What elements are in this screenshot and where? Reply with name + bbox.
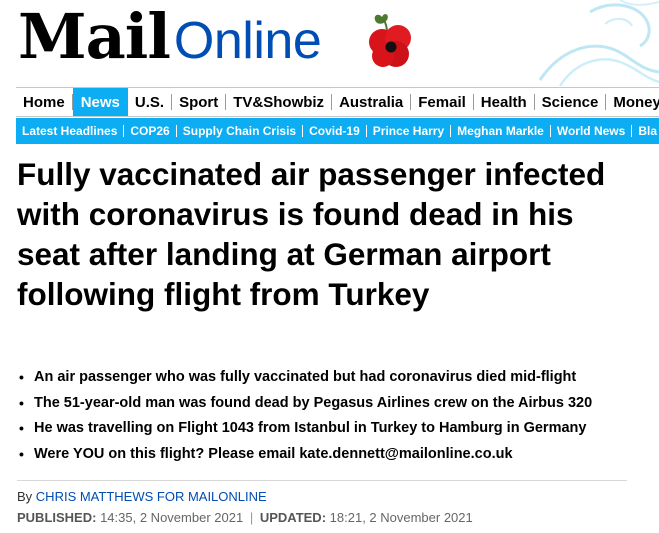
poppy-icon xyxy=(369,14,411,67)
subnav-item-world-news[interactable]: World News xyxy=(551,125,633,137)
published-date: 14:35, 2 November 2021 xyxy=(100,510,244,525)
byline-prefix: By xyxy=(17,489,33,504)
summary-bullet-text: An air passenger who was fully vaccinate… xyxy=(34,369,577,385)
summary-bullet: • Were YOU on this flight? Please email k… xyxy=(17,442,659,468)
summary-bullet-text: The 51-year-old man was found dead by Pe… xyxy=(34,394,593,411)
article-summary-list: • An air passenger who was fully vaccinat… xyxy=(17,365,659,467)
summary-bullet-text: Were YOU on this flight? Please email ka… xyxy=(34,445,513,462)
nav-item-sport[interactable]: Sport xyxy=(172,94,227,111)
logo-online-text: Online xyxy=(173,12,322,70)
bullet-dot: • xyxy=(19,369,24,385)
date-separator: | xyxy=(249,510,254,525)
nav-item-money[interactable]: Money xyxy=(606,94,659,111)
bullet-dot: • xyxy=(19,445,24,462)
subnav-item-truncated[interactable]: Bla xyxy=(632,125,659,137)
nav-item-us[interactable]: U.S. xyxy=(128,94,173,111)
updated-date: 18:21, 2 November 2021 xyxy=(329,510,473,525)
mailonline-logo[interactable]: Mail Online xyxy=(18,0,322,73)
subnav-item-cop26[interactable]: COP26 xyxy=(124,125,177,137)
nav-item-science[interactable]: Science xyxy=(535,94,607,111)
logo-mail-text: Mail xyxy=(18,0,171,73)
summary-bullet: • He was travelling on Flight 1043 from I… xyxy=(17,416,659,442)
summary-bullet: • An air passenger who was fully vaccinat… xyxy=(17,365,659,391)
swan-decoration xyxy=(538,0,659,86)
subnav-item-meghan-markle[interactable]: Meghan Markle xyxy=(451,125,551,137)
byline: By CHRIS MATTHEWS FOR MAILONLINE xyxy=(17,489,267,504)
primary-nav: Home News U.S. Sport TV&Showbiz Australi… xyxy=(16,87,659,117)
nav-item-australia[interactable]: Australia xyxy=(332,94,412,111)
subnav-item-covid-19[interactable]: Covid-19 xyxy=(303,125,367,137)
bullet-dot: • xyxy=(19,394,24,411)
byline-divider xyxy=(17,480,627,481)
nav-item-tv-showbiz[interactable]: TV&Showbiz xyxy=(226,94,333,111)
article-headline: Fully vaccinated air passenger infected … xyxy=(17,156,606,312)
nav-item-femail[interactable]: Femail xyxy=(411,94,474,111)
masthead: Mail Online xyxy=(0,0,659,86)
summary-bullet: • The 51-year-old man was found dead by P… xyxy=(17,391,659,417)
nav-item-news[interactable]: News xyxy=(72,88,128,116)
secondary-nav: Latest Headlines COP26 Supply Chain Cris… xyxy=(16,118,659,144)
subnav-item-latest-headlines[interactable]: Latest Headlines xyxy=(16,125,125,137)
subnav-item-prince-harry[interactable]: Prince Harry xyxy=(367,125,452,137)
updated-label: UPDATED: xyxy=(259,510,327,525)
nav-item-home[interactable]: Home xyxy=(16,94,73,111)
nav-item-health[interactable]: Health xyxy=(474,94,535,111)
subnav-item-supply-chain-crisis[interactable]: Supply Chain Crisis xyxy=(177,125,304,137)
article-dates: PUBLISHED: 14:35, 2 November 2021 | UPDA… xyxy=(17,510,473,525)
bullet-dot: • xyxy=(19,420,24,436)
summary-bullet-text: He was travelling on Flight 1043 from Is… xyxy=(34,420,587,436)
published-label: PUBLISHED: xyxy=(17,510,97,525)
author-link[interactable]: CHRIS MATTHEWS FOR MAILONLINE xyxy=(36,489,267,504)
